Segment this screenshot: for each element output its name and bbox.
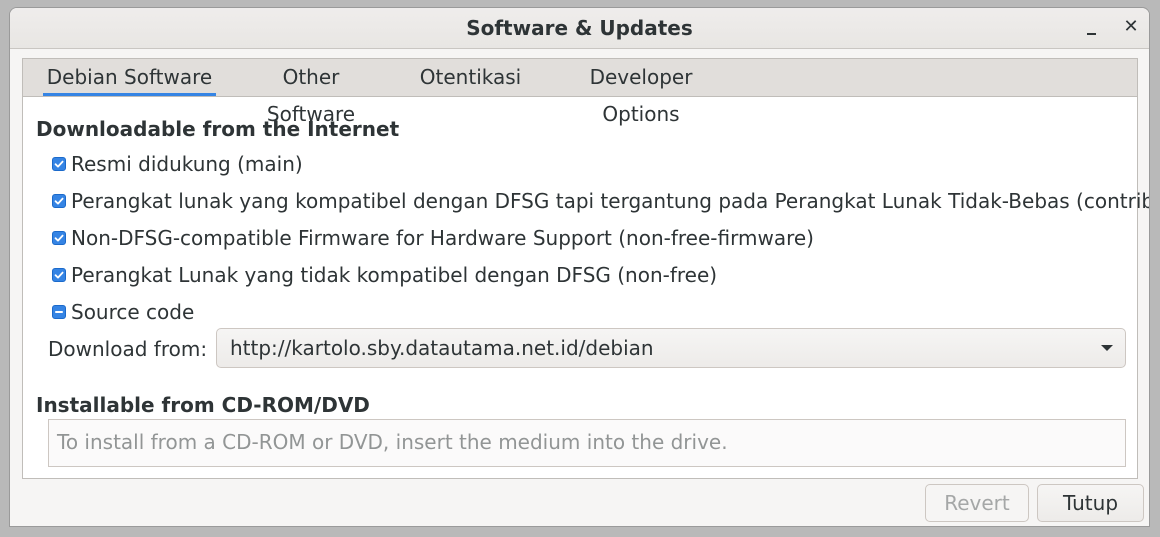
minimize-button[interactable]	[1079, 16, 1103, 40]
contrib-checkbox-row[interactable]: Perangkat lunak yang kompatibel dengan D…	[52, 188, 1150, 214]
source-code-checkbox-row[interactable]: Source code	[52, 299, 194, 325]
revert-button[interactable]: Revert	[925, 484, 1029, 522]
tab-other-software[interactable]: Other Software	[236, 59, 386, 126]
close-button[interactable]: Tutup	[1037, 484, 1144, 522]
cdrom-section-heading: Installable from CD-ROM/DVD	[36, 393, 370, 417]
checkbox-checked-icon[interactable]	[52, 193, 66, 208]
internet-section-heading: Downloadable from the Internet	[36, 117, 400, 141]
main-checkbox-label: Resmi didukung (main)	[71, 152, 303, 176]
contrib-checkbox-label: Perangkat lunak yang kompatibel dengan D…	[71, 189, 1150, 213]
non-free-checkbox-row[interactable]: Perangkat Lunak yang tidak kompatibel de…	[52, 262, 717, 288]
tab-notebook: Debian Software Other Software Otentikas…	[22, 58, 1149, 479]
download-server-value: http://kartolo.sby.datautama.net.id/debi…	[230, 336, 654, 360]
checkbox-indeterminate-icon[interactable]	[52, 304, 66, 319]
close-window-button[interactable]: ✕	[1119, 16, 1143, 40]
non-free-firmware-checkbox-row[interactable]: Non-DFSG-compatible Firmware for Hardwar…	[52, 225, 814, 251]
close-icon: ✕	[1123, 16, 1139, 37]
non-free-firmware-checkbox-label: Non-DFSG-compatible Firmware for Hardwar…	[71, 226, 814, 250]
software-updates-window: Software & Updates ✕ Debian Software Oth…	[9, 7, 1150, 527]
title-bar: Software & Updates ✕	[10, 8, 1149, 49]
main-checkbox-row[interactable]: Resmi didukung (main)	[52, 151, 303, 177]
download-from-label: Download from:	[48, 337, 208, 361]
checkbox-checked-icon[interactable]	[52, 230, 66, 245]
download-server-dropdown[interactable]: http://kartolo.sby.datautama.net.id/debi…	[216, 328, 1126, 368]
tab-bar: Debian Software Other Software Otentikas…	[23, 59, 1137, 126]
tab-otentikasi[interactable]: Otentikasi	[418, 59, 523, 96]
cdrom-placeholder-text: To install from a CD-ROM or DVD, insert …	[57, 430, 728, 454]
dropdown-arrow-icon	[1101, 345, 1113, 351]
non-free-checkbox-label: Perangkat Lunak yang tidak kompatibel de…	[71, 263, 718, 287]
window-title: Software & Updates	[466, 16, 693, 40]
tab-content: Downloadable from the Internet Resmi did…	[23, 97, 1149, 478]
tab-debian-software[interactable]: Debian Software	[43, 59, 216, 96]
source-code-checkbox-label: Source code	[71, 300, 195, 324]
checkbox-checked-icon[interactable]	[52, 267, 66, 282]
tab-developer-options[interactable]: Developer Options	[548, 59, 734, 126]
cdrom-list[interactable]: To install from a CD-ROM or DVD, insert …	[48, 419, 1126, 467]
minimize-icon	[1086, 32, 1096, 35]
checkbox-checked-icon[interactable]	[52, 156, 66, 171]
